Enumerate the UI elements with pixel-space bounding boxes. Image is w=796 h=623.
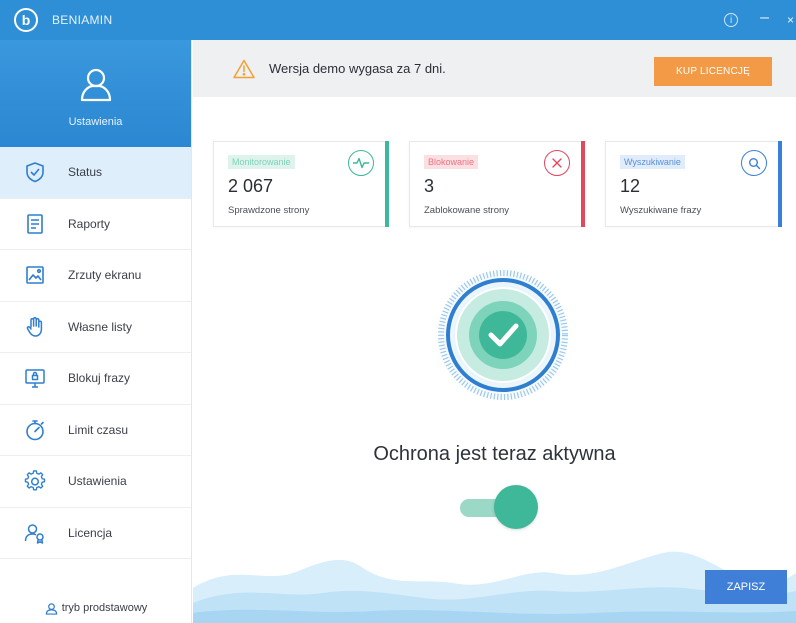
card-tag: Monitorowanie	[228, 155, 295, 169]
sidebar-item-zrzuty-ekranu[interactable]: Zrzuty ekranu	[0, 250, 191, 302]
card-subtitle: Zablokowane strony	[424, 205, 510, 216]
card-subtitle: Wyszukiwane frazy	[620, 205, 702, 216]
hand-icon	[24, 316, 46, 338]
sidebar-item-label: Ustawienia	[68, 474, 127, 489]
search-icon	[741, 150, 767, 176]
card-value: 12	[620, 176, 641, 196]
card-accent-bar	[385, 141, 389, 227]
sidebar-item-blokuj-frazy[interactable]: Blokuj frazy	[0, 353, 191, 405]
user-outline-icon	[45, 602, 57, 615]
close-button[interactable]: ×	[787, 13, 794, 27]
protection-toggle[interactable]	[460, 485, 538, 529]
toggle-knob	[494, 485, 538, 529]
buy-license-button[interactable]: KUP LICENCJĘ	[654, 57, 772, 86]
info-icon[interactable]: i	[724, 13, 739, 27]
warning-icon	[233, 59, 255, 78]
save-button[interactable]: ZAPISZ	[705, 570, 787, 604]
demo-expiry-text: Wersja demo wygasa za 7 dni.	[269, 61, 446, 76]
sidebar: Ustawienia Status Raporty Zrzuty ekranu …	[0, 40, 192, 623]
card-monitoring[interactable]: Monitorowanie 2 067 Sprawdzone strony	[213, 141, 389, 227]
stats-cards: Monitorowanie 2 067 Sprawdzone strony Bl…	[213, 141, 782, 227]
main-content: Wersja demo wygasa za 7 dni. KUP LICENCJ…	[193, 40, 796, 623]
sidebar-item-ustawienia[interactable]: Ustawienia	[0, 456, 191, 508]
stopwatch-icon	[24, 419, 46, 441]
document-icon	[24, 213, 46, 235]
app-logo-icon: b	[14, 8, 38, 32]
protection-status-text: Ochrona jest teraz aktywna	[373, 443, 616, 465]
image-icon	[24, 264, 46, 286]
sidebar-item-label: Raporty	[68, 216, 111, 231]
pulse-icon	[348, 150, 374, 176]
card-value: 3	[424, 176, 435, 196]
card-subtitle: Sprawdzone strony	[228, 205, 310, 216]
user-outline-icon	[80, 68, 111, 101]
sidebar-item-label: Licencja	[68, 525, 113, 540]
sidebar-item-raporty[interactable]: Raporty	[0, 199, 191, 250]
gear-icon	[24, 470, 46, 492]
card-tag: Blokowanie	[424, 155, 479, 169]
monitor-lock-icon	[24, 367, 46, 389]
sidebar-header-label: Ustawienia	[68, 115, 123, 128]
sidebar-item-label: Limit czasu	[68, 422, 129, 437]
card-accent-bar	[581, 141, 585, 227]
sidebar-header[interactable]: Ustawienia	[0, 40, 191, 147]
card-accent-bar	[778, 141, 782, 227]
sidebar-item-label: Zrzuty ekranu	[68, 268, 142, 283]
sidebar-item-wlasne-listy[interactable]: Własne listy	[0, 302, 191, 353]
shield-check-icon	[24, 161, 46, 183]
sidebar-nav: Status Raporty Zrzuty ekranu Własne list…	[0, 147, 191, 559]
minimize-button[interactable]: –	[760, 9, 769, 27]
card-searching[interactable]: Wyszukiwanie 12 Wyszukiwane frazy	[605, 141, 782, 227]
sidebar-item-licencja[interactable]: Licencja	[0, 508, 191, 559]
card-value: 2 067	[228, 176, 274, 196]
sidebar-item-label: Własne listy	[68, 319, 133, 334]
app-title: BENIAMIN	[52, 13, 113, 27]
sidebar-item-status[interactable]: Status	[0, 147, 191, 199]
protection-status-graphic	[431, 245, 575, 415]
sidebar-item-label: Status	[68, 165, 103, 180]
license-user-icon	[24, 522, 46, 544]
sidebar-item-label: Blokuj frazy	[68, 371, 131, 386]
card-blocking[interactable]: Blokowanie 3 Zablokowane strony	[409, 141, 585, 227]
basic-mode-link[interactable]: tryb prodstawowy	[0, 593, 192, 623]
title-bar: b BENIAMIN i – ×	[0, 0, 796, 40]
demo-banner: Wersja demo wygasa za 7 dni. KUP LICENCJ…	[193, 40, 796, 97]
x-circle-icon	[544, 150, 570, 176]
basic-mode-label: tryb prodstawowy	[61, 602, 148, 614]
card-tag: Wyszukiwanie	[620, 155, 685, 169]
sidebar-item-limit-czasu[interactable]: Limit czasu	[0, 405, 191, 456]
